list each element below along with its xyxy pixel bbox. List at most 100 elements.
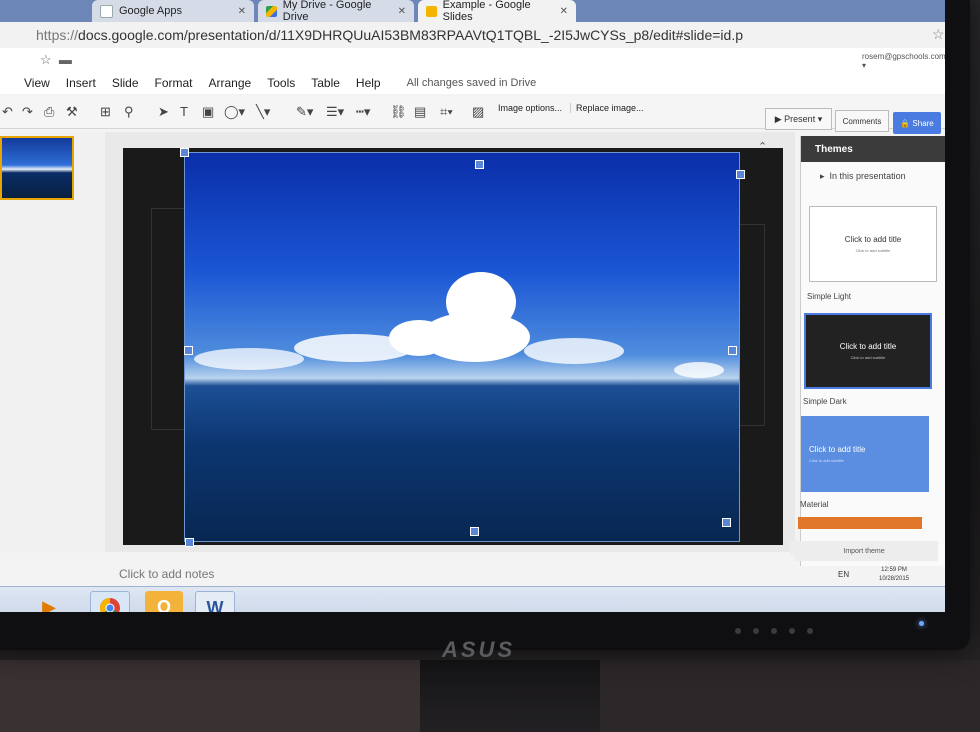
link-icon[interactable]: ⛓ bbox=[390, 104, 407, 120]
print-icon[interactable]: ⎙ bbox=[44, 104, 54, 120]
line-icon[interactable]: ╲▾ bbox=[256, 104, 270, 120]
undo-icon[interactable]: ↶ bbox=[2, 104, 13, 120]
resize-handle[interactable] bbox=[736, 170, 745, 179]
menu-insert[interactable]: Insert bbox=[66, 76, 96, 90]
word-icon[interactable]: W bbox=[195, 591, 235, 612]
shape-icon[interactable]: ◯▾ bbox=[224, 104, 245, 120]
screen: Google Apps ✕ My Drive - Google Drive ✕ … bbox=[0, 0, 945, 612]
theme-card-title: Click to add title bbox=[844, 235, 902, 244]
theme-name: Simple Dark bbox=[803, 397, 847, 406]
power-led bbox=[919, 621, 924, 626]
image-options-button[interactable]: Image options... bbox=[498, 103, 572, 113]
chrome-logo bbox=[100, 598, 120, 612]
menu-tools[interactable]: Tools bbox=[267, 76, 295, 90]
desk-right bbox=[600, 660, 980, 732]
comment-icon[interactable]: ▤ bbox=[414, 104, 426, 120]
media-player-icon[interactable]: ▶ bbox=[30, 591, 68, 613]
lock-icon: 🔒 bbox=[900, 118, 913, 128]
theme-card-material[interactable]: Click to add title Click to add subtitle bbox=[801, 416, 929, 492]
chrome-icon[interactable] bbox=[90, 591, 130, 612]
save-status: All changes saved in Drive bbox=[406, 77, 537, 89]
doc-header: ☆ ▬ bbox=[0, 48, 945, 72]
image-icon[interactable]: ▣ bbox=[202, 104, 214, 120]
zoom-icon[interactable]: ⚲ bbox=[124, 104, 134, 120]
url-scheme: https:// bbox=[36, 27, 79, 43]
replace-image-button[interactable]: Replace image... bbox=[576, 103, 652, 113]
theme-card-subtitle: Click to add subtitle bbox=[850, 355, 886, 360]
image-settings-icon[interactable]: ▨ bbox=[472, 104, 484, 120]
present-button[interactable]: ▶ Present ▾ bbox=[765, 108, 832, 130]
crop-icon[interactable]: ⌗▾ bbox=[440, 104, 453, 120]
address-bar[interactable]: https://docs.google.com/presentation/d/1… bbox=[0, 22, 945, 49]
image-selection-box[interactable] bbox=[184, 152, 740, 542]
notes-placeholder: Click to add notes bbox=[119, 567, 215, 581]
fit-icon[interactable]: ⊞ bbox=[100, 104, 111, 120]
close-icon[interactable]: ✕ bbox=[398, 6, 406, 17]
placeholder-frame bbox=[151, 208, 187, 430]
tab-google-apps[interactable]: Google Apps ✕ bbox=[92, 0, 254, 22]
play-icon: ▶ bbox=[774, 113, 785, 124]
star-folder-icons[interactable]: ☆ ▬ bbox=[40, 52, 72, 68]
menu-help[interactable]: Help bbox=[356, 76, 381, 90]
language-indicator[interactable]: EN bbox=[838, 570, 849, 579]
user-account[interactable]: rosem@gpschools.com ▾ bbox=[862, 52, 945, 70]
menu-format[interactable]: Format bbox=[155, 76, 193, 90]
border-weight-icon[interactable]: ☰▾ bbox=[326, 104, 344, 120]
themes-section[interactable]: ▸ In this presentation bbox=[820, 171, 906, 182]
resize-handle[interactable] bbox=[180, 148, 189, 157]
menu-arrange[interactable]: Arrange bbox=[209, 76, 252, 90]
theme-card-next[interactable] bbox=[798, 517, 922, 529]
share-label: Share bbox=[912, 118, 934, 128]
theme-card-simple-dark[interactable]: Click to add title Click to add subtitle bbox=[804, 313, 932, 389]
menu-table[interactable]: Table bbox=[311, 76, 340, 90]
redo-icon[interactable]: ↷ bbox=[22, 104, 33, 120]
menu-view[interactable]: View bbox=[24, 76, 50, 90]
close-icon[interactable]: ✕ bbox=[560, 6, 568, 17]
theme-name: Material bbox=[800, 500, 829, 509]
tab-label: Example - Google Slides bbox=[442, 0, 531, 23]
windows-taskbar: ▶ O W bbox=[0, 586, 945, 612]
desk-left bbox=[0, 660, 420, 732]
tab-label: My Drive - Google Drive bbox=[282, 0, 372, 23]
textbox-icon[interactable]: T bbox=[180, 104, 188, 119]
clock-date: 10/28/2015 bbox=[879, 576, 910, 582]
resize-handle[interactable] bbox=[475, 160, 484, 169]
url-path: docs.google.com/presentation/d/11X9DHRQU… bbox=[78, 27, 743, 43]
slide-thumbnail[interactable] bbox=[0, 136, 74, 200]
share-button[interactable]: 🔒 Share bbox=[893, 112, 941, 134]
theme-card-subtitle: Click to add subtitle bbox=[855, 248, 891, 253]
menu-bar: View Insert Slide Format Arrange Tools T… bbox=[0, 72, 945, 94]
browser-tab-strip: Google Apps ✕ My Drive - Google Drive ✕ … bbox=[0, 0, 945, 23]
select-icon[interactable]: ➤ bbox=[158, 104, 169, 120]
close-icon[interactable]: ✕ bbox=[238, 6, 246, 17]
tab-example-slides[interactable]: Example - Google Slides ✕ bbox=[418, 0, 576, 23]
resize-handle[interactable] bbox=[722, 518, 731, 527]
clock-time: 12:59 PM bbox=[881, 567, 907, 573]
resize-handle[interactable] bbox=[184, 346, 193, 355]
theme-card-title: Click to add title bbox=[839, 342, 897, 351]
tab-my-drive[interactable]: My Drive - Google Drive ✕ bbox=[258, 0, 414, 23]
border-color-icon[interactable]: ✎▾ bbox=[296, 104, 313, 120]
doc-icon bbox=[100, 4, 113, 18]
slides-icon bbox=[426, 5, 437, 17]
speaker-notes[interactable]: Click to add notes bbox=[105, 555, 795, 585]
resize-handle[interactable] bbox=[470, 527, 479, 536]
border-dash-icon[interactable]: ┅▾ bbox=[356, 104, 370, 120]
present-label: Present bbox=[784, 114, 816, 124]
menu-slide[interactable]: Slide bbox=[112, 76, 139, 90]
system-clock[interactable]: 12:59 PM 10/28/2015 bbox=[879, 566, 909, 584]
theme-name: Simple Light bbox=[807, 292, 852, 301]
theme-card-simple-light[interactable]: Click to add title Click to add subtitle bbox=[809, 206, 937, 282]
resize-handle[interactable] bbox=[728, 346, 737, 355]
drive-icon bbox=[266, 5, 277, 17]
themes-section-label: In this presentation bbox=[829, 171, 906, 181]
resize-handle[interactable] bbox=[185, 538, 194, 547]
import-theme-button[interactable]: Import theme bbox=[790, 541, 938, 561]
star-icon[interactable]: ☆ bbox=[932, 26, 945, 43]
paint-format-icon[interactable]: ⚒ bbox=[66, 104, 78, 120]
comments-button[interactable]: Comments bbox=[835, 110, 889, 132]
url-text[interactable]: https://docs.google.com/presentation/d/1… bbox=[36, 27, 743, 43]
outlook-icon[interactable]: O bbox=[145, 591, 183, 612]
theme-card-title: Click to add title bbox=[809, 445, 866, 454]
theme-card-subtitle: Click to add subtitle bbox=[809, 458, 844, 463]
